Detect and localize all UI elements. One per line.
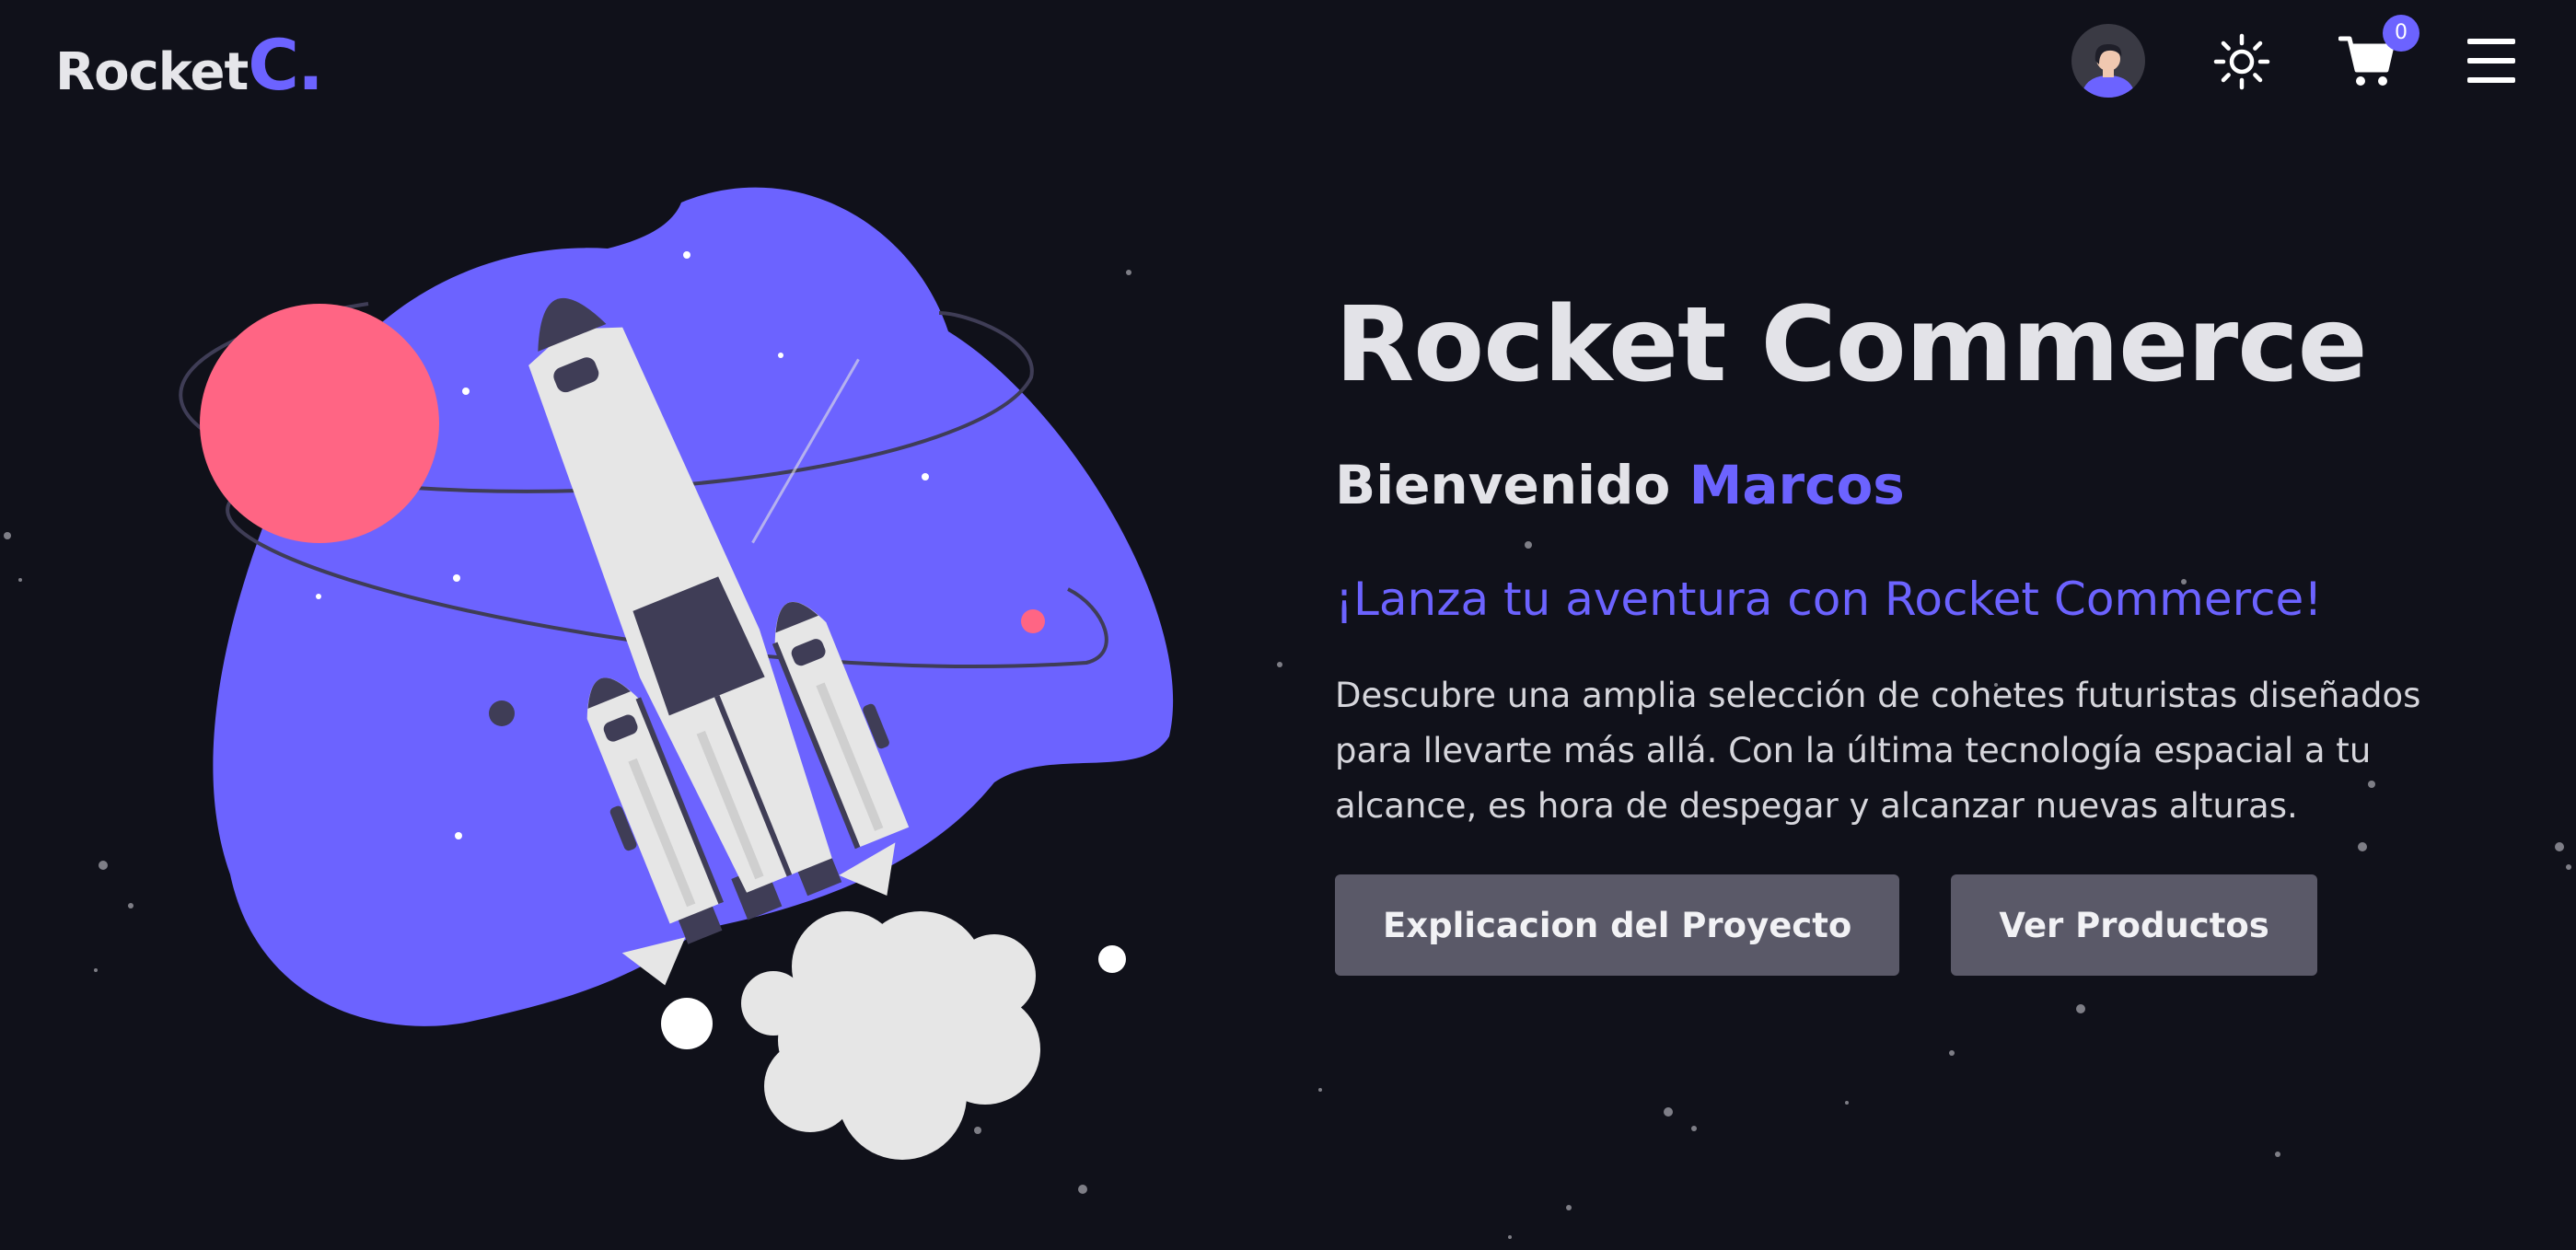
rocket-exhaust [741, 911, 1040, 1160]
user-name: Marcos [1688, 454, 1905, 516]
hero-actions: Explicacion del Proyecto Ver Productos [1335, 874, 2467, 976]
planet [200, 304, 439, 543]
logo[interactable]: RocketC. [55, 24, 324, 107]
hero-section: Rocket Commerce Bienvenido Marcos ¡Lanza… [1335, 276, 2467, 976]
welcome-prefix: Bienvenido [1335, 454, 1671, 516]
hero-description: Descubre una amplia selección de cohetes… [1335, 676, 2421, 826]
sun-icon[interactable] [2213, 33, 2270, 90]
logo-accent: C. [248, 24, 324, 106]
cart-count-badge: 0 [2383, 15, 2419, 52]
avatar[interactable] [2071, 24, 2145, 98]
project-explanation-button[interactable]: Explicacion del Proyecto [1335, 874, 1900, 976]
hero-tagline: ¡Lanza tu aventura con Rocket Commerce! [1335, 573, 2323, 626]
rocket-illustration [179, 187, 1174, 1160]
menu-icon[interactable] [2467, 35, 2515, 87]
welcome-text: Bienvenido Marcos [1335, 453, 2467, 517]
navbar: RocketC. 0 [0, 0, 2576, 129]
logo-text: Rocket [55, 42, 249, 102]
view-products-button[interactable]: Ver Productos [1951, 874, 2317, 976]
hero-title: Rocket Commerce [1335, 285, 2368, 405]
